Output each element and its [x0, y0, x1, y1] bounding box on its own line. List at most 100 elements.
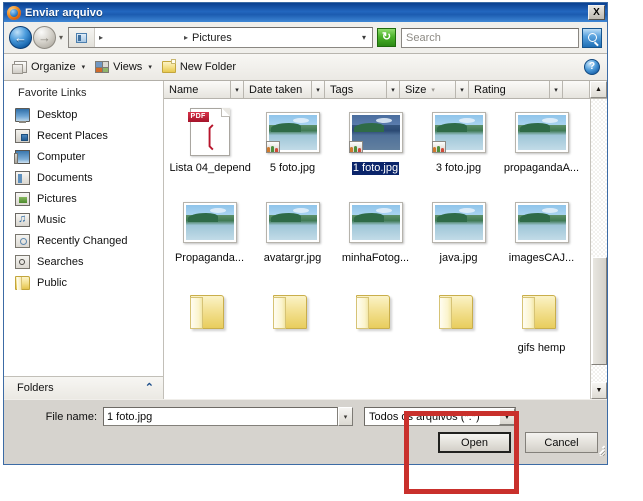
list-item[interactable]: imagesCAJ...	[500, 195, 583, 285]
list-item[interactable]: avatargr.jpg	[251, 195, 334, 285]
chevron-down-icon[interactable]: ▾	[362, 33, 372, 42]
sidebar-item-desktop[interactable]: Desktop	[4, 104, 163, 125]
favorite-links-header: Favorite Links	[18, 87, 87, 99]
scroll-up-button[interactable]: ▲	[590, 81, 607, 98]
list-item-selected[interactable]: 1 foto.jpg	[334, 105, 417, 195]
image-thumbnail	[265, 201, 320, 243]
column-menu-name[interactable]: ▾	[231, 81, 244, 98]
list-item[interactable]	[251, 285, 334, 375]
file-name-label-static: File name:	[45, 410, 97, 423]
sidebar-item-label: Searches	[37, 255, 84, 268]
sidebar-item-label: Pictures	[37, 192, 77, 205]
file-name-dropdown-button[interactable]: ▾	[338, 407, 353, 426]
file-row: gifs hemp	[168, 285, 590, 375]
sidebar-item-public[interactable]: Public	[4, 272, 163, 293]
organize-button[interactable]: Organize ▾	[11, 57, 88, 78]
new-folder-button[interactable]: New Folder	[159, 57, 239, 78]
image-thumbnail	[431, 201, 486, 243]
close-icon[interactable]: X	[588, 5, 605, 20]
file-label-area: avatargr.jpg	[251, 249, 334, 265]
column-menu-size[interactable]: ▾	[456, 81, 469, 98]
column-menu-date-taken[interactable]: ▾	[312, 81, 325, 98]
folders-label: Folders	[17, 382, 54, 394]
sidebar-item-music[interactable]: Music	[4, 209, 163, 230]
list-item[interactable]: propagandaA...	[500, 105, 583, 195]
list-item[interactable]	[168, 285, 251, 375]
file-dialog-window: Enviar arquivo X ← → ▾ ▸ ▸ Pictures ▾ ↻ …	[3, 2, 608, 465]
column-header-rating[interactable]: Rating	[469, 81, 550, 98]
sidebar-item-pictures[interactable]: Pictures	[4, 188, 163, 209]
sidebar-item-recent-places[interactable]: Recent Places	[4, 125, 163, 146]
folder-icon	[188, 293, 232, 331]
breadcrumb-current-folder[interactable]: Pictures	[192, 32, 232, 44]
list-item[interactable]: 5 foto.jpg	[251, 105, 334, 195]
dialog-body: Favorite Links Desktop Recent Places Com…	[4, 81, 607, 399]
file-label-area: imagesCAJ...	[500, 249, 583, 265]
views-button[interactable]: Views ▾	[92, 57, 155, 78]
history-dropdown-button[interactable]: ▾	[56, 33, 66, 42]
sidebar-item-documents[interactable]: Documents	[4, 167, 163, 188]
search-input[interactable]: Search	[401, 27, 579, 48]
file-label-area	[334, 339, 417, 342]
image-thumbnail	[514, 201, 569, 243]
list-item[interactable]: PDF ❲ Lista 04_depend...	[168, 105, 251, 195]
file-type-value: Todos os arquivos (*.*)	[369, 410, 480, 423]
column-header-name[interactable]: Name	[164, 81, 231, 98]
open-button[interactable]: Open	[438, 432, 511, 453]
file-grid[interactable]: PDF ❲ Lista 04_depend...	[164, 99, 590, 399]
thumbnail	[334, 195, 417, 249]
file-label-area: java.jpg	[417, 249, 500, 265]
column-menu-tags[interactable]: ▾	[387, 81, 400, 98]
breadcrumb[interactable]: ▸ ▸ Pictures ▾	[68, 27, 373, 48]
list-item[interactable]	[334, 285, 417, 375]
column-label: Tags	[330, 83, 354, 96]
scrollbar-track[interactable]	[591, 99, 607, 382]
cancel-button[interactable]: Cancel	[525, 432, 598, 453]
file-label-area: minhaFotog...	[334, 249, 417, 265]
thumbnail	[500, 195, 583, 249]
searches-icon	[15, 254, 30, 269]
folders-section-header[interactable]: Folders ⌃	[4, 376, 163, 399]
chevron-down-icon[interactable]: ▼	[499, 408, 515, 425]
documents-icon	[15, 170, 30, 185]
breadcrumb-root-icon-pane[interactable]	[69, 28, 95, 47]
organize-icon	[12, 61, 27, 74]
list-item[interactable]: minhaFotog...	[334, 195, 417, 285]
chevron-up-icon[interactable]: ⌃	[145, 382, 154, 394]
folder-icon	[354, 293, 398, 331]
list-item[interactable]: java.jpg	[417, 195, 500, 285]
sidebar-item-searches[interactable]: Searches	[4, 251, 163, 272]
refresh-button[interactable]: ↻	[377, 28, 396, 47]
file-type-select[interactable]: Todos os arquivos (*.*) ▼	[364, 407, 516, 426]
file-grid-wrap: PDF ❲ Lista 04_depend...	[164, 99, 607, 399]
forward-button[interactable]: →	[33, 26, 56, 49]
thumbnail	[334, 105, 417, 159]
breadcrumb-separator-1: ▸	[99, 32, 104, 42]
sidebar-item-computer[interactable]: Computer	[4, 146, 163, 167]
column-header-size[interactable]: Size ▾	[400, 81, 456, 98]
column-header-tags[interactable]: Tags	[325, 81, 387, 98]
sidebar-item-recently-changed[interactable]: Recently Changed	[4, 230, 163, 251]
list-item[interactable]	[417, 285, 500, 375]
breadcrumb-redacted-segment[interactable]	[107, 31, 181, 44]
recently-changed-icon	[15, 233, 30, 248]
file-name-label: java.jpg	[439, 252, 478, 264]
search-button[interactable]	[582, 27, 602, 48]
list-item[interactable]: gifs hemp	[500, 285, 583, 375]
file-name-label: minhaFotog...	[341, 252, 410, 264]
organize-label: Organize	[31, 61, 76, 73]
folder-icon	[437, 293, 481, 331]
column-menu-rating[interactable]: ▾	[550, 81, 563, 98]
help-icon[interactable]: ?	[584, 59, 600, 75]
file-name-input[interactable]: 1 foto.jpg	[103, 407, 338, 426]
file-name-label: 1 foto.jpg	[351, 162, 400, 175]
resize-grip-icon[interactable]	[593, 444, 605, 456]
back-button[interactable]: ←	[9, 26, 32, 49]
list-item[interactable]: Propaganda...	[168, 195, 251, 285]
scrollbar-thumb[interactable]	[591, 257, 607, 365]
vertical-scrollbar[interactable]: ▼	[590, 99, 607, 399]
list-item[interactable]: 3 foto.jpg	[417, 105, 500, 195]
column-header-date-taken[interactable]: Date taken	[244, 81, 312, 98]
recent-places-icon	[15, 128, 30, 143]
scroll-down-button[interactable]: ▼	[591, 382, 607, 399]
